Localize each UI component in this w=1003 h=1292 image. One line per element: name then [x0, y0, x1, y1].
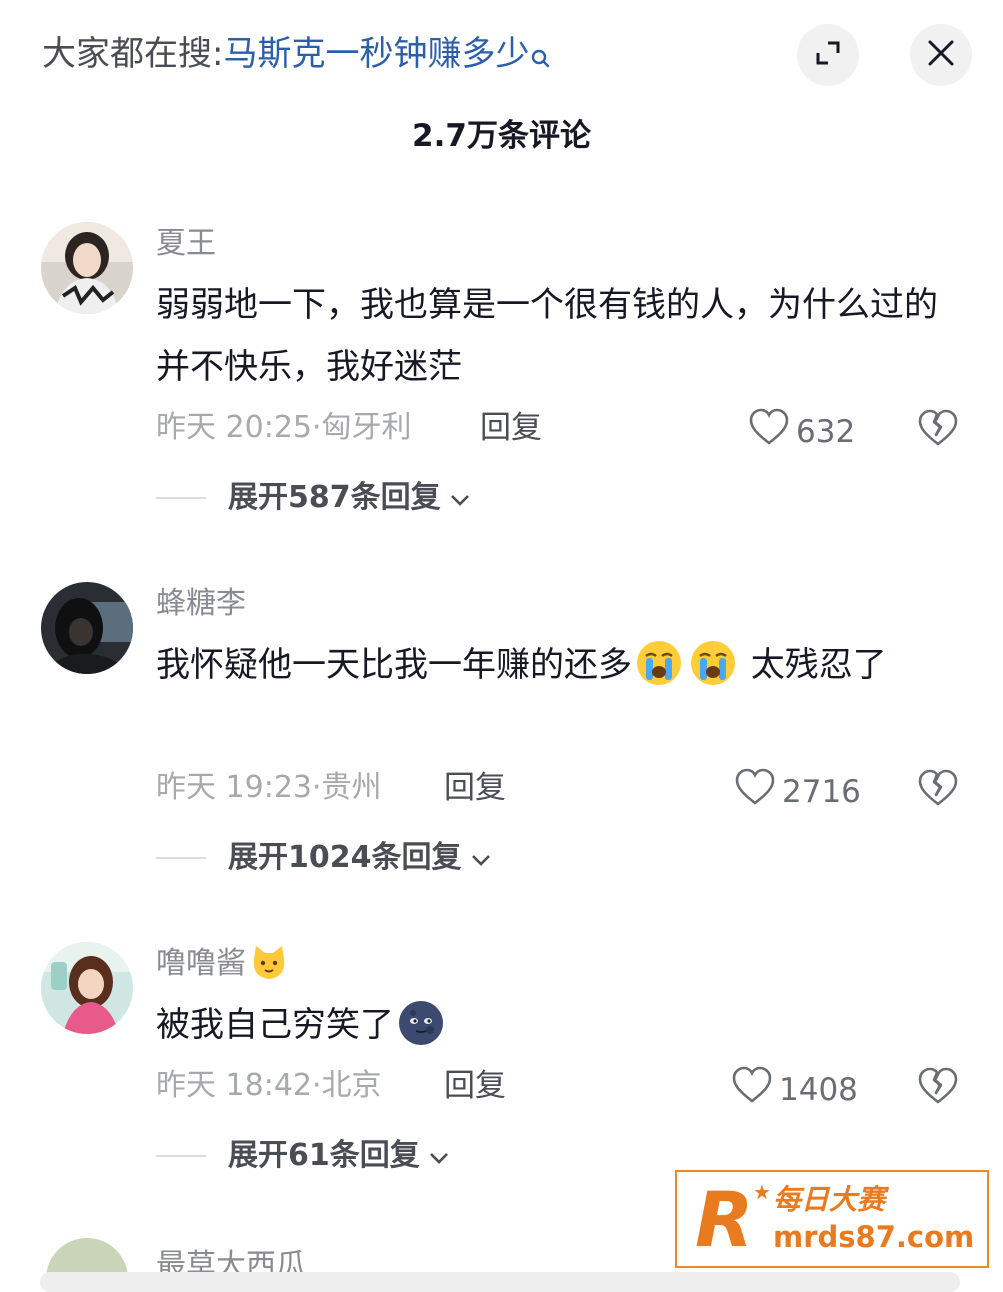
comment-text-main: 我怀疑他一天比我一年赚的还多 [156, 645, 632, 685]
expand-replies-label: 展开61条回复 [228, 1138, 420, 1173]
star-icon: ★ [753, 1180, 771, 1204]
watermark-r-mark: R [695, 1175, 754, 1264]
top-bar: 大家都在搜:马斯克一秒钟赚多少 2.7万条评论 [0, 0, 1003, 154]
comment-time: 昨天 19:23 [156, 770, 312, 805]
broken-heart-icon [916, 409, 960, 452]
meta-separator: · [312, 1068, 322, 1103]
watermark-logo: R ★ 每日大赛 mrds87.com [675, 1170, 989, 1268]
comment-time: 昨天 20:25 [156, 410, 312, 445]
meta-separator: · [312, 770, 322, 805]
comment-text: 弱弱地一下，我也算是一个很有钱的人，为什么过的并不快乐，我好迷茫 [156, 285, 938, 387]
chevron-down-icon [441, 478, 471, 518]
expand-icon [813, 38, 843, 72]
comment-time: 昨天 18:42 [156, 1068, 312, 1103]
expand-replies-button[interactable]: 展开1024条回复 [156, 838, 492, 878]
like-button[interactable]: 632 [748, 408, 855, 456]
comment-item: 蜂糖李 我怀疑他一天比我一年赚的还多 太残忍了 昨天 19:23·贵州 回复 2… [0, 582, 1003, 902]
cat-face-icon [249, 943, 289, 983]
comment-item: 噜噜酱 被我自己穷笑了 昨天 18:42·北京 回复 1408 展开61条回复 [0, 942, 1003, 1202]
watermark-brand: 每日大赛 [773, 1183, 886, 1216]
like-count: 2716 [782, 774, 861, 810]
divider-line [156, 857, 206, 859]
divider-line [156, 497, 206, 499]
divider-line [156, 1155, 206, 1157]
chevron-down-icon [462, 838, 492, 878]
search-suggestion[interactable]: 大家都在搜:马斯克一秒钟赚多少 [42, 30, 551, 84]
expand-replies-button[interactable]: 展开61条回复 [156, 1136, 450, 1176]
reply-button[interactable]: 回复 [480, 408, 542, 448]
comment-meta: 昨天 18:42·北京 [156, 1066, 382, 1106]
close-button[interactable] [910, 24, 972, 86]
like-button[interactable]: 2716 [734, 768, 861, 816]
fullscreen-button[interactable] [797, 24, 859, 86]
username[interactable]: 蜂糖李 [156, 584, 246, 624]
username-text: 噜噜酱 [156, 946, 246, 981]
watermark-site: mrds87.com [773, 1220, 975, 1254]
broken-heart-icon [916, 769, 960, 812]
heart-icon [748, 408, 796, 456]
avatar[interactable] [41, 222, 133, 314]
username[interactable]: 噜噜酱 [156, 944, 292, 985]
dislike-button[interactable] [916, 768, 960, 808]
dislike-button[interactable] [916, 1066, 960, 1106]
like-count: 1408 [779, 1072, 858, 1108]
username[interactable]: 夏王 [156, 224, 216, 264]
search-icon [531, 36, 551, 84]
comment-text-tail: 太残忍了 [740, 645, 887, 685]
comment-location: 贵州 [321, 770, 382, 805]
comment-meta: 昨天 20:25·匈牙利 [156, 408, 412, 448]
reply-button[interactable]: 回复 [444, 768, 506, 808]
comment-item: 夏王 弱弱地一下，我也算是一个很有钱的人，为什么过的并不快乐，我好迷茫 昨天 2… [0, 222, 1003, 542]
heart-icon [731, 1066, 779, 1114]
crying-face-icon [635, 639, 683, 687]
avatar[interactable] [41, 942, 133, 1034]
expand-replies-label: 展开587条回复 [228, 480, 441, 515]
avatar[interactable] [41, 582, 133, 674]
comment-text: 被我自己穷笑了 [156, 994, 956, 1056]
crying-face-icon [689, 639, 737, 687]
comment-meta: 昨天 19:23·贵州 [156, 768, 382, 808]
dislike-button[interactable] [916, 408, 960, 448]
expand-replies-button[interactable]: 展开587条回复 [156, 478, 471, 518]
comment-input-bar[interactable] [40, 1272, 960, 1292]
chevron-down-icon [420, 1136, 450, 1176]
heart-icon [734, 768, 782, 816]
like-count: 632 [796, 414, 856, 450]
expand-replies-label: 展开1024条回复 [228, 840, 462, 875]
like-button[interactable]: 1408 [731, 1066, 858, 1114]
comment-location: 匈牙利 [321, 410, 412, 445]
comment-text-main: 被我自己穷笑了 [156, 1005, 394, 1045]
new-moon-face-icon [397, 999, 445, 1047]
comment-location: 北京 [321, 1068, 382, 1103]
comment-text: 我怀疑他一天比我一年赚的还多 太残忍了 [156, 634, 956, 696]
reply-button[interactable]: 回复 [444, 1066, 506, 1106]
search-prefix: 大家都在搜: [42, 34, 224, 74]
meta-separator: · [312, 410, 322, 445]
search-term-link[interactable]: 马斯克一秒钟赚多少 [223, 34, 529, 74]
broken-heart-icon [916, 1067, 960, 1110]
comment-count-title: 2.7万条评论 [412, 118, 591, 154]
close-icon [927, 39, 955, 71]
